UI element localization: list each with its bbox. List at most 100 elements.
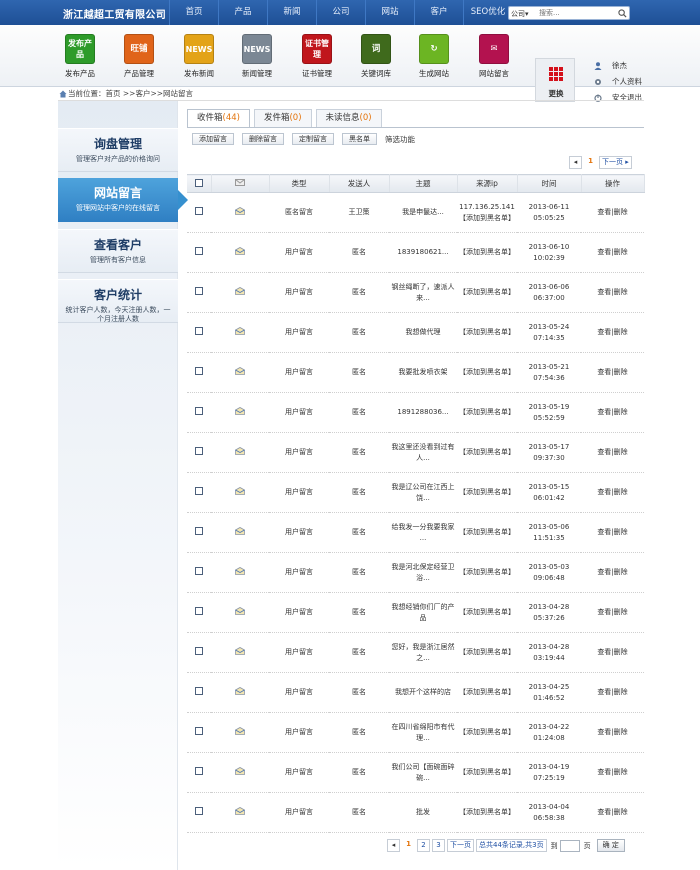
row-checkbox[interactable] — [195, 606, 203, 615]
row-checkbox[interactable] — [195, 286, 203, 295]
row-subject-text[interactable]: 我想做代理 — [406, 328, 441, 336]
delete-link[interactable]: 删除 — [614, 288, 628, 296]
next-page-button-bottom[interactable]: 下一页 — [447, 839, 474, 852]
delete-link[interactable]: 删除 — [614, 568, 628, 576]
row-checkbox[interactable] — [195, 246, 203, 255]
row-subject-text[interactable]: 在四川省绵阳市有代理... — [392, 723, 455, 742]
row-checkbox[interactable] — [195, 486, 203, 495]
row-subject-text[interactable]: 我是河北保定经营卫浴... — [392, 563, 455, 582]
row-subject-text[interactable]: 批发 — [416, 808, 430, 816]
view-link[interactable]: 查看 — [597, 448, 611, 456]
row-ip-text[interactable]: 【添加到黑名单】 — [457, 487, 517, 498]
toolbar-item-3[interactable]: NEWS 新闻管理 — [232, 34, 282, 79]
nav-item-1[interactable]: 产品 — [218, 0, 267, 25]
row-subject-text[interactable]: 我是申鬣达... — [402, 208, 444, 216]
view-link[interactable]: 查看 — [597, 808, 611, 816]
nav-item-5[interactable]: 客户 — [414, 0, 463, 25]
next-page-button[interactable]: 下一页 ▸ — [599, 156, 632, 169]
view-link[interactable]: 查看 — [597, 208, 611, 216]
row-checkbox[interactable] — [195, 766, 203, 775]
action-button-0[interactable]: 添加留言 — [192, 133, 234, 145]
row-subject-text[interactable]: 我这里还没看到过有人... — [392, 443, 455, 462]
view-link[interactable]: 查看 — [597, 688, 611, 696]
delete-link[interactable]: 删除 — [614, 488, 628, 496]
prev-page-button[interactable]: ◂ — [569, 156, 582, 169]
row-ip-text[interactable]: 【添加到黑名单】 — [457, 327, 517, 338]
search-input[interactable] — [539, 8, 615, 18]
row-checkbox[interactable] — [195, 366, 203, 375]
delete-link[interactable]: 删除 — [614, 208, 628, 216]
delete-link[interactable]: 删除 — [614, 368, 628, 376]
nav-item-2[interactable]: 新闻 — [267, 0, 316, 25]
row-subject-text[interactable]: 1839180621... — [397, 248, 448, 256]
row-subject-text[interactable]: 您好，我是浙江居然之... — [392, 643, 455, 662]
sidebar-item-0[interactable]: 询盘管理 管理客户对产品的价格询问 — [58, 128, 178, 172]
row-ip-text[interactable]: 【添加到黑名单】 — [457, 407, 517, 418]
row-subject-text[interactable]: 我想经销你们厂的产品 — [392, 603, 455, 622]
delete-link[interactable]: 删除 — [614, 768, 628, 776]
row-subject-text[interactable]: 给我发一分我要我家 ... — [392, 523, 455, 542]
delete-link[interactable]: 删除 — [614, 728, 628, 736]
row-ip-text[interactable]: 【添加到黑名单】 — [457, 527, 517, 538]
row-subject-text[interactable]: 我们公司【面碗面碎碗... — [392, 763, 455, 782]
page-button-2[interactable]: 2 — [417, 839, 430, 852]
row-checkbox[interactable] — [195, 446, 203, 455]
row-subject-text[interactable]: 1891288036... — [397, 408, 448, 416]
delete-link[interactable]: 删除 — [614, 648, 628, 656]
nav-item-0[interactable]: 首页 — [169, 0, 218, 25]
toolbar-item-2[interactable]: NEWS 发布新闻 — [174, 34, 224, 79]
row-subject-text[interactable]: 我要批发喷衣架 — [399, 368, 448, 376]
view-link[interactable]: 查看 — [597, 248, 611, 256]
view-link[interactable]: 查看 — [597, 568, 611, 576]
row-ip-text[interactable]: 【添加到黑名单】 — [457, 727, 517, 738]
view-link[interactable]: 查看 — [597, 488, 611, 496]
add-to-blacklist-link[interactable]: 【添加到黑名单】 — [457, 213, 517, 224]
row-checkbox[interactable] — [195, 566, 203, 575]
nav-item-3[interactable]: 公司 — [316, 0, 365, 25]
action-button-2[interactable]: 定制留言 — [292, 133, 334, 145]
delete-link[interactable]: 删除 — [614, 328, 628, 336]
row-ip-text[interactable]: 【添加到黑名单】 — [457, 447, 517, 458]
select-all-checkbox[interactable] — [194, 178, 203, 187]
view-link[interactable]: 查看 — [597, 368, 611, 376]
row-ip-text[interactable]: 【添加到黑名单】 — [457, 767, 517, 778]
row-ip-text[interactable]: 【添加到黑名单】 — [457, 607, 517, 618]
toolbar-item-1[interactable]: 旺铺 产品管理 — [114, 34, 164, 79]
tab-0[interactable]: 收件箱(44) — [187, 109, 250, 127]
page-button-1[interactable]: 1 — [402, 839, 415, 852]
row-checkbox[interactable] — [195, 806, 203, 815]
view-link[interactable]: 查看 — [597, 728, 611, 736]
sidebar-item-3[interactable]: 客户统计 统计客户人数，今天注册人数，一个月注册人数 — [58, 279, 178, 323]
row-checkbox[interactable] — [195, 326, 203, 335]
sidebar-item-2[interactable]: 查看客户 管理所有客户信息 — [58, 229, 178, 273]
row-ip-text[interactable]: 【添加到黑名单】 — [457, 687, 517, 698]
delete-link[interactable]: 删除 — [614, 448, 628, 456]
search-scope-select[interactable]: 公司▾ — [511, 9, 529, 19]
page-button-3[interactable]: 3 — [432, 839, 445, 852]
row-checkbox[interactable] — [195, 526, 203, 535]
row-ip-text[interactable]: 【添加到黑名单】 — [457, 647, 517, 658]
delete-link[interactable]: 删除 — [614, 688, 628, 696]
row-ip-text[interactable]: 【添加到黑名单】 — [457, 367, 517, 378]
action-button-1[interactable]: 删除留言 — [242, 133, 284, 145]
toolbar-item-7[interactable]: ✉ 网站留言 — [469, 34, 519, 79]
row-subject-text[interactable]: 我是辽公司在江西上饶... — [392, 483, 455, 502]
view-link[interactable]: 查看 — [597, 648, 611, 656]
goto-page-input[interactable] — [559, 839, 580, 852]
row-ip-text[interactable]: 【添加到黑名单】 — [457, 247, 517, 258]
action-button-3[interactable]: 黑名单 — [342, 133, 377, 145]
search-icon[interactable] — [618, 9, 627, 18]
delete-link[interactable]: 删除 — [614, 248, 628, 256]
row-checkbox[interactable] — [195, 206, 203, 215]
row-subject-text[interactable]: 我想开个这样的店 — [395, 688, 451, 696]
view-link[interactable]: 查看 — [597, 608, 611, 616]
row-checkbox[interactable] — [195, 686, 203, 695]
toolbar-item-6[interactable]: ↻ 生成网站 — [409, 34, 459, 79]
nav-item-4[interactable]: 网站 — [365, 0, 414, 25]
row-ip-text[interactable]: 【添加到黑名单】 — [457, 287, 517, 298]
delete-link[interactable]: 删除 — [614, 408, 628, 416]
view-link[interactable]: 查看 — [597, 288, 611, 296]
tab-2[interactable]: 未读信息(0) — [315, 109, 382, 127]
delete-link[interactable]: 删除 — [614, 808, 628, 816]
row-ip-text[interactable]: 【添加到黑名单】 — [457, 567, 517, 578]
